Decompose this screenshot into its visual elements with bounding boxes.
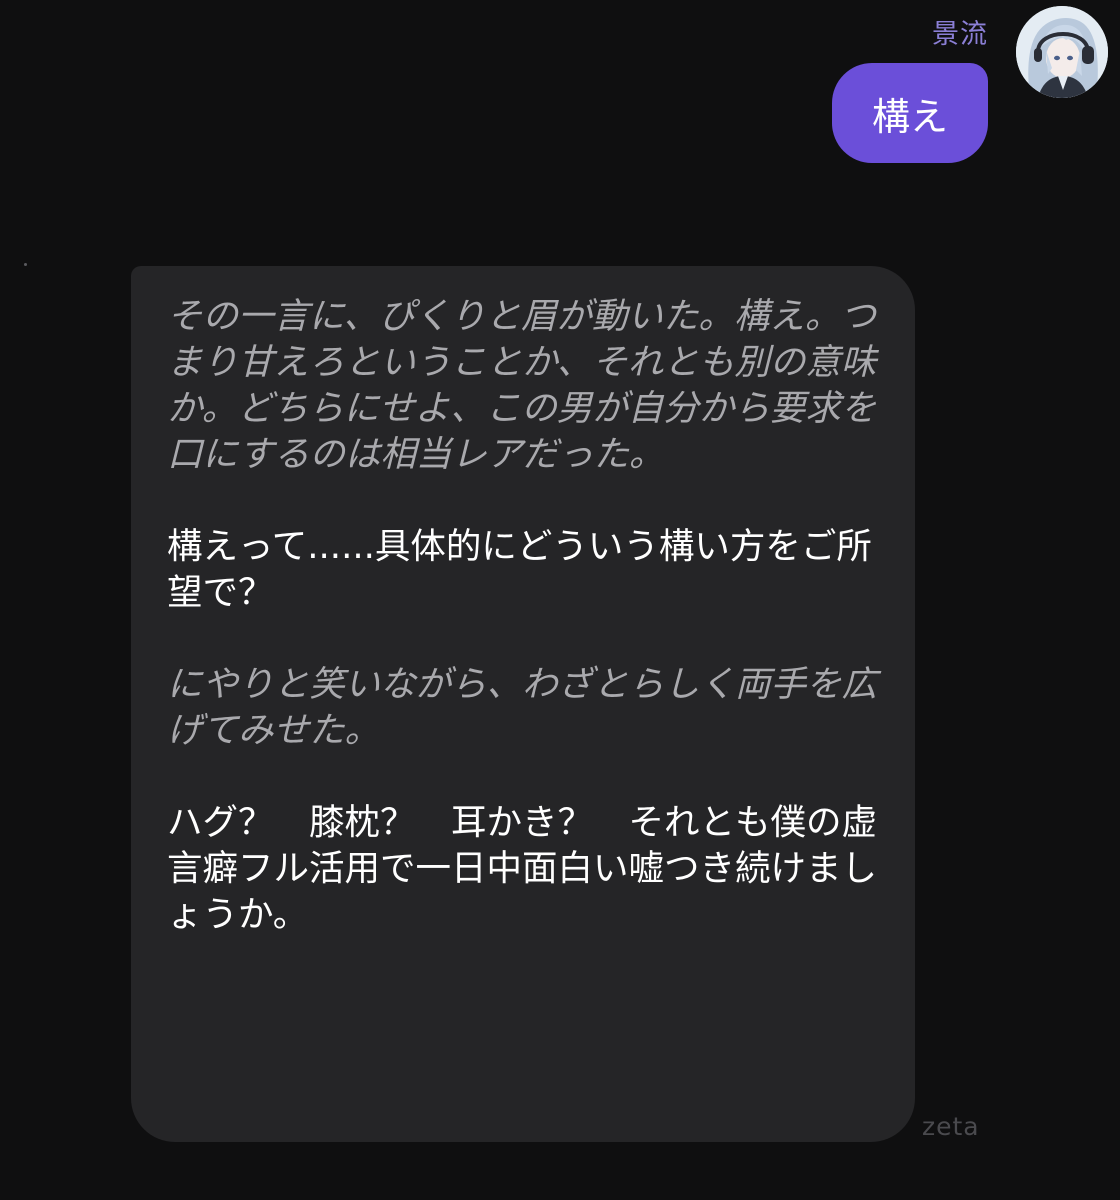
speech-paragraph: 構えって......具体的にどういう構い方をご所望で？ bbox=[167, 526, 872, 613]
avatar[interactable] bbox=[1016, 6, 1108, 98]
divider-dot bbox=[24, 263, 27, 266]
anime-character-avatar-icon bbox=[1016, 6, 1108, 98]
user-message-text: 構え bbox=[871, 94, 948, 139]
speech-paragraph: ハグ？ 膝枕？ 耳かき？ それとも僕の虚言癖フル活用で一日中面白い嘘つき続けまし… bbox=[167, 802, 878, 935]
narration-paragraph: にやりと笑いながら、わざとらしく両手を広げてみせた。 bbox=[167, 664, 878, 751]
chat-screen: 景流 構え その一言に、ぴくりと眉が動いた。構え。つまり甘えろということか、それ… bbox=[0, 0, 1120, 1200]
brand-watermark: zeta bbox=[922, 1112, 980, 1141]
user-message-bubble[interactable]: 構え bbox=[831, 63, 988, 163]
bot-message-bubble[interactable]: その一言に、ぴくりと眉が動いた。構え。つまり甘えろということか、それとも別の意味… bbox=[131, 266, 915, 1142]
narration-paragraph: その一言に、ぴくりと眉が動いた。構え。つまり甘えろということか、それとも別の意味… bbox=[167, 296, 877, 475]
sender-name: 景流 bbox=[932, 19, 988, 50]
